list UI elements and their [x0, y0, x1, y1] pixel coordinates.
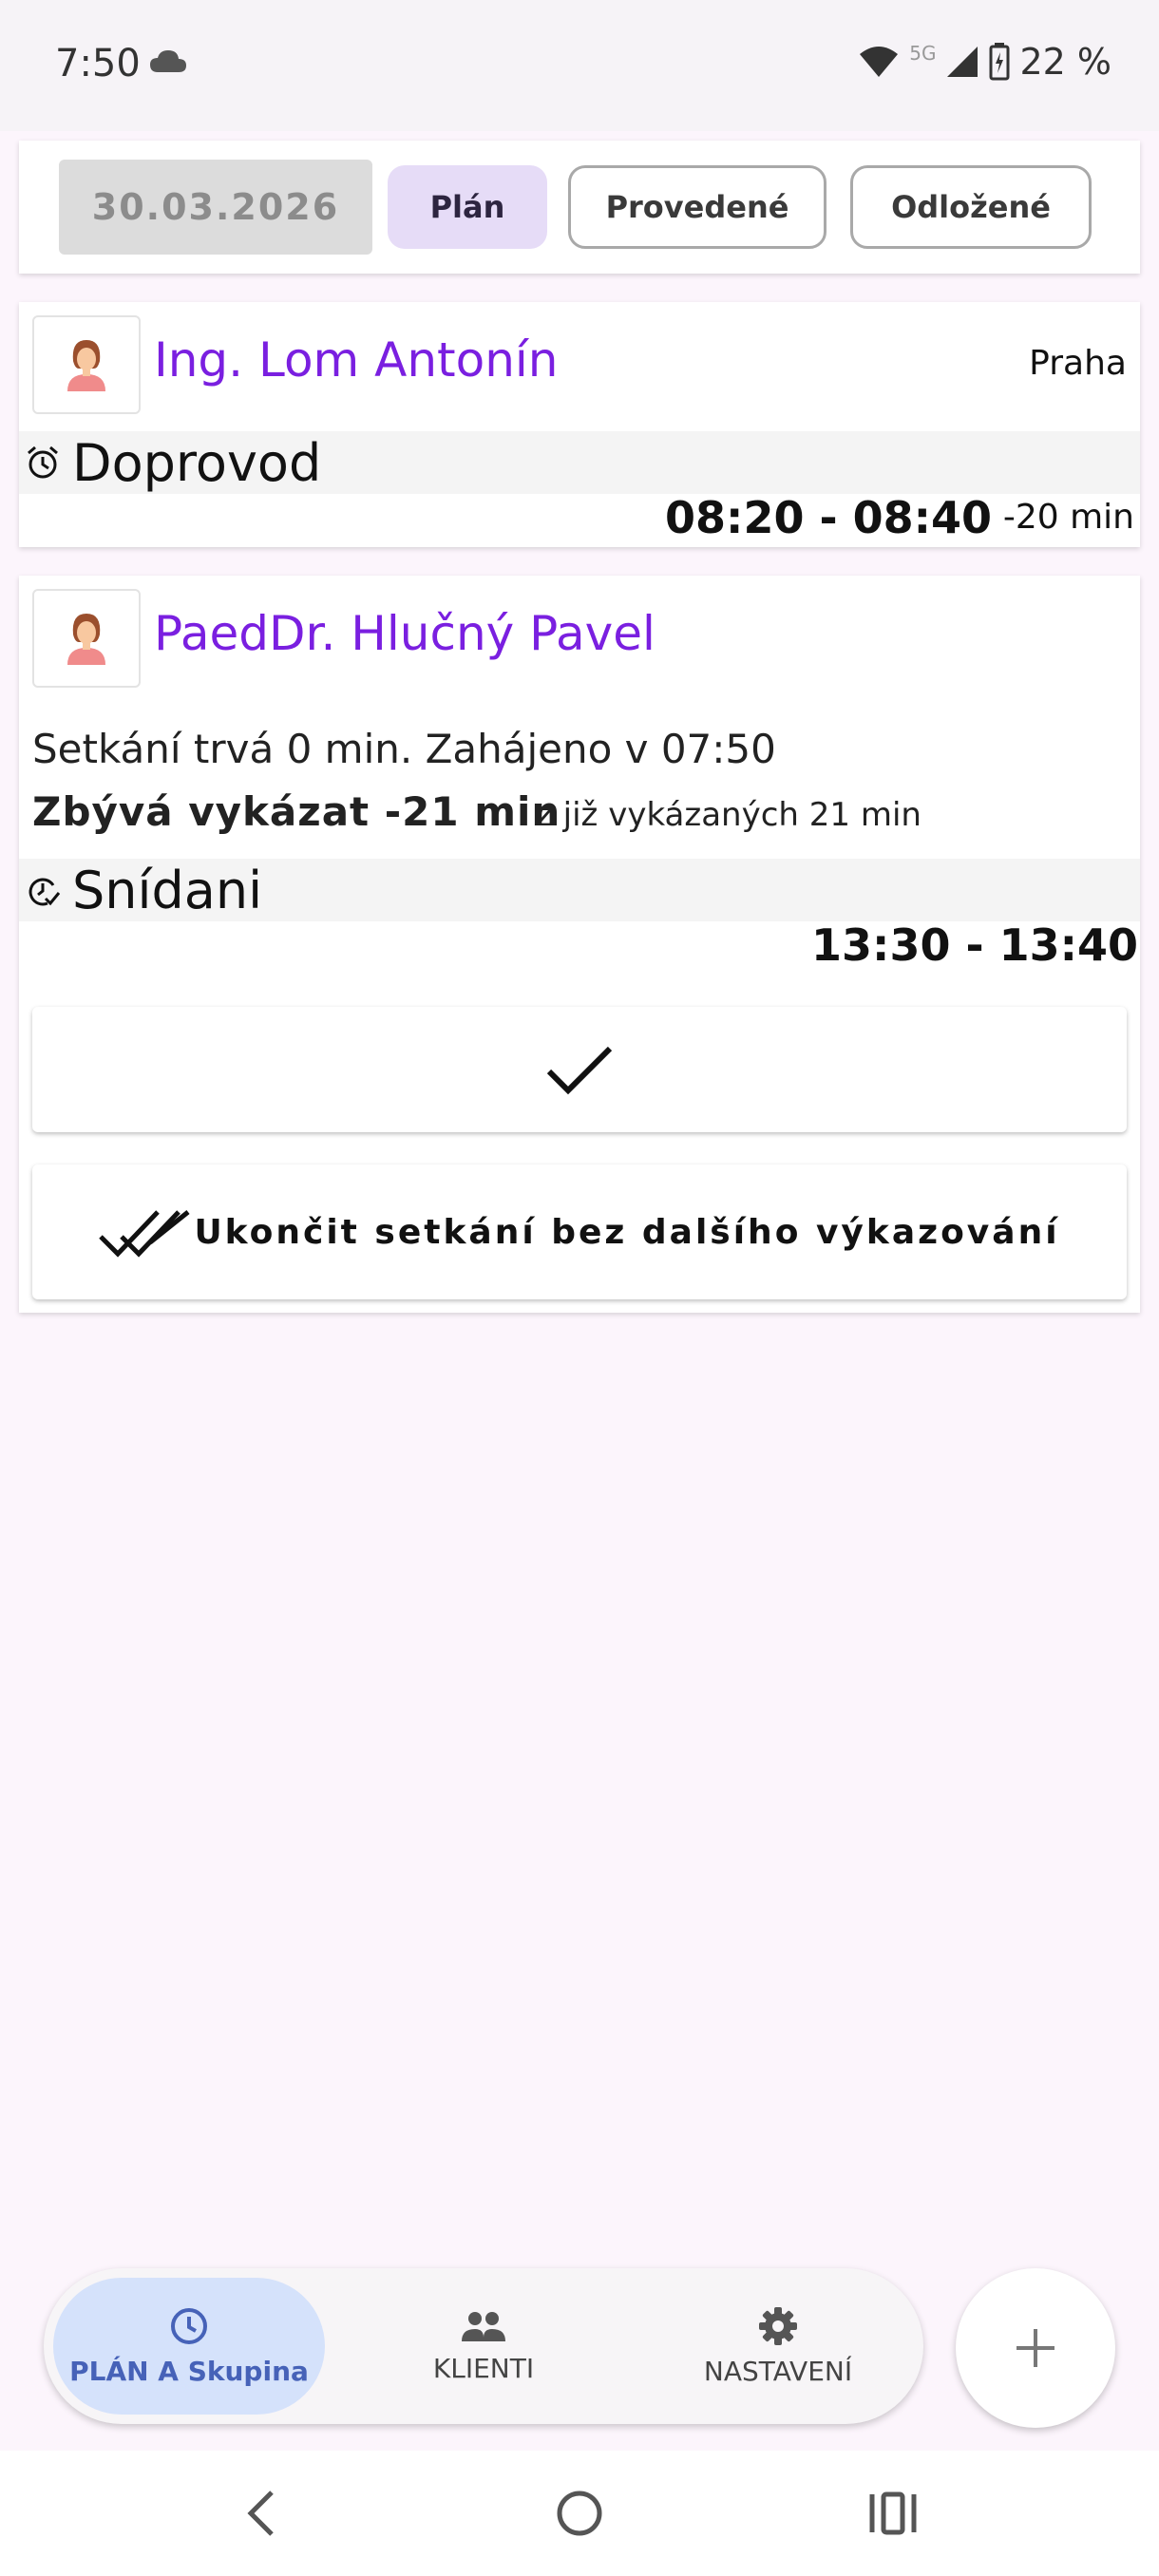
recents-button[interactable]: [863, 2483, 923, 2544]
activity-name: Snídani: [72, 861, 263, 920]
time-range: 08:20 - 08:40: [665, 492, 992, 543]
bottom-navigation: PLÁN A Skupina KLIENTI NASTAVENÍ: [44, 2268, 923, 2424]
avatar: [32, 589, 141, 688]
cloud-icon: [150, 50, 186, 72]
nav-nastaveni[interactable]: NASTAVENÍ: [642, 2278, 914, 2415]
home-button[interactable]: [549, 2483, 610, 2544]
time-range: 13:30 - 13:40: [811, 919, 1138, 971]
home-icon: [557, 2491, 602, 2536]
confirm-button[interactable]: [32, 1007, 1127, 1132]
plus-icon: [1016, 2329, 1054, 2367]
finish-meeting-label: Ukončit setkání bez dalšího výkazování: [194, 1212, 1060, 1252]
remaining-time: Zbývá vykázat -21 min: [32, 788, 561, 835]
client-name[interactable]: PaedDr. Hlučný Pavel: [154, 606, 656, 661]
alarm-icon: [28, 445, 58, 479]
check-clock-icon: [28, 878, 61, 906]
tab-odlozene[interactable]: Odložené: [850, 165, 1092, 249]
recents-icon: [869, 2491, 917, 2535]
add-button[interactable]: [956, 2268, 1115, 2428]
client-city: Praha: [1029, 344, 1127, 383]
activity-name: Doprovod: [72, 433, 322, 493]
filter-bar: 30.03.2026 Plán Provedené Odložené: [19, 141, 1140, 274]
meeting-info: Setkání trvá 0 min. Zahájeno v 07:50: [32, 726, 776, 772]
nav-plan[interactable]: PLÁN A Skupina: [53, 2278, 325, 2415]
tab-plan[interactable]: Plán: [388, 165, 547, 249]
back-button[interactable]: [232, 2483, 293, 2544]
check-icon: [546, 1046, 613, 1095]
gear-icon: [759, 2306, 797, 2345]
network-type: 5G: [909, 42, 937, 65]
nav-klienti-label: KLIENTI: [432, 2352, 535, 2384]
clock-icon: [171, 2307, 207, 2344]
battery-icon: [989, 43, 1010, 81]
visit-card[interactable]: PaedDr. Hlučný Pavel Setkání trvá 0 min.…: [19, 576, 1140, 1313]
battery-percent: 22 %: [1019, 41, 1112, 83]
wifi-icon: [860, 47, 899, 77]
tab-provedene[interactable]: Provedené: [568, 165, 826, 249]
activity-row: Doprovod: [19, 431, 1140, 494]
date-picker-button[interactable]: 30.03.2026: [59, 160, 372, 255]
avatar: [32, 315, 141, 414]
person-icon: [67, 614, 105, 665]
visit-card[interactable]: Ing. Lom Antonín Praha Doprovod 08:20 - …: [19, 302, 1140, 547]
system-navigation: [0, 2451, 1159, 2576]
person-icon: [67, 340, 105, 391]
status-bar: 7:50 5G 22 %: [0, 0, 1159, 131]
nav-klienti[interactable]: KLIENTI: [348, 2278, 619, 2415]
delay-badge: -20 min: [1002, 498, 1134, 537]
activity-row: Snídani: [19, 859, 1140, 921]
signal-icon: [947, 47, 978, 77]
back-icon: [247, 2491, 274, 2536]
nav-nastaveni-label: NASTAVENÍ: [703, 2355, 853, 2387]
reported-time: z již vykázaných 21 min: [536, 796, 922, 834]
client-name[interactable]: Ing. Lom Antonín: [154, 332, 559, 388]
people-icon: [462, 2311, 505, 2341]
status-time: 7:50: [55, 42, 141, 85]
double-check-icon: [99, 1210, 190, 1258]
nav-plan-label: PLÁN A Skupina: [69, 2355, 309, 2387]
finish-meeting-button[interactable]: Ukončit setkání bez dalšího výkazování: [32, 1165, 1127, 1299]
